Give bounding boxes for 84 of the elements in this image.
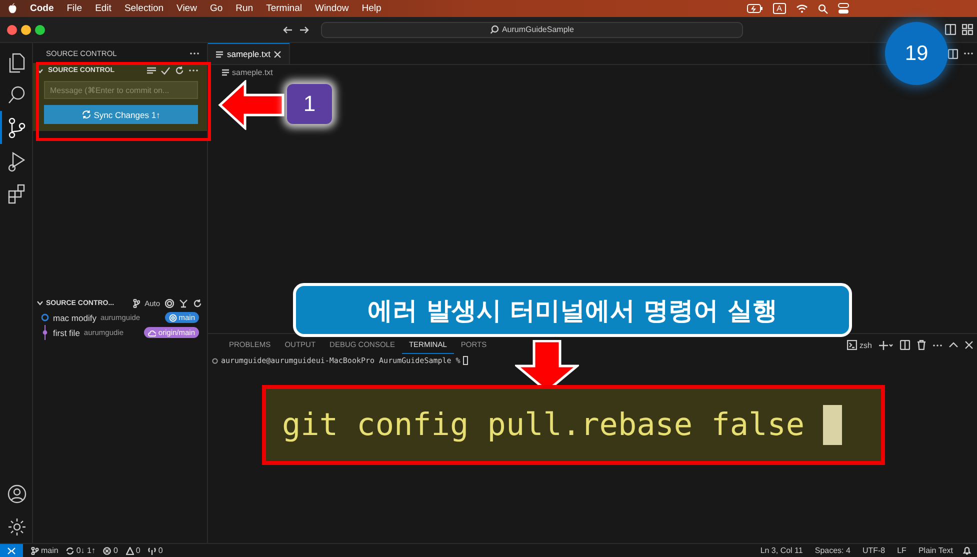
- wifi-icon[interactable]: [796, 4, 808, 13]
- more-actions-icon[interactable]: [964, 52, 973, 55]
- menu-item[interactable]: Help: [362, 3, 382, 14]
- app-menu[interactable]: Code: [30, 3, 54, 14]
- chevron-up-icon[interactable]: [949, 342, 958, 348]
- apple-logo-icon: [8, 3, 17, 14]
- terminal-cursor: [822, 405, 842, 445]
- branch-icon[interactable]: [132, 298, 140, 308]
- editor-tab[interactable]: sameple.txt: [208, 43, 290, 64]
- breadcrumb-item[interactable]: sameple.txt: [232, 68, 273, 77]
- menu-item[interactable]: File: [66, 3, 82, 14]
- close-icon[interactable]: [274, 50, 282, 58]
- command-center-search[interactable]: AurumGuideSample: [321, 22, 743, 38]
- menu-item[interactable]: View: [176, 3, 197, 14]
- error-icon: [103, 546, 112, 554]
- sync-changes-button[interactable]: Sync Changes 1↑: [44, 105, 198, 124]
- more-actions-icon[interactable]: [933, 344, 942, 346]
- terminal-shell-selector[interactable]: zsh: [846, 340, 872, 350]
- menu-item[interactable]: Edit: [95, 3, 112, 14]
- more-actions-icon[interactable]: [190, 52, 199, 54]
- search-icon[interactable]: [818, 4, 828, 14]
- split-editor-icon[interactable]: [948, 48, 958, 58]
- text-file-icon: [222, 69, 229, 76]
- battery-icon[interactable]: [746, 4, 763, 13]
- commit-message-field[interactable]: Message (⌘Enter to commit on...: [44, 81, 198, 99]
- toggle-switches-icon[interactable]: [838, 3, 849, 14]
- status-item[interactable]: UTF-8: [862, 546, 886, 555]
- status-item[interactable]: Plain Text: [918, 546, 953, 555]
- terminal-icon: [846, 340, 857, 350]
- warning-icon: [126, 546, 134, 554]
- left-arrow-drawing: [218, 80, 285, 130]
- chevron-down-icon[interactable]: [37, 68, 43, 74]
- source-control-icon[interactable]: [6, 116, 28, 138]
- zoom-window-button[interactable]: [35, 24, 45, 34]
- split-terminal-icon[interactable]: [900, 340, 910, 350]
- text-file-icon: [216, 50, 223, 58]
- close-icon[interactable]: [965, 341, 973, 349]
- antenna-icon: [148, 546, 156, 554]
- refresh-icon[interactable]: [175, 66, 184, 75]
- tab-label: sameple.txt: [227, 49, 270, 59]
- plus-icon[interactable]: [879, 340, 893, 350]
- list-icon[interactable]: [147, 66, 156, 74]
- fetch-icon[interactable]: [179, 298, 188, 308]
- trash-icon[interactable]: [917, 340, 926, 350]
- menu-item[interactable]: Window: [314, 3, 349, 14]
- remote-icon: [7, 546, 16, 554]
- split-layout-icon[interactable]: [945, 24, 956, 35]
- back-arrow-icon[interactable]: [283, 26, 293, 34]
- status-item[interactable]: Spaces: 4: [814, 546, 850, 555]
- target-icon[interactable]: [165, 298, 174, 308]
- forward-arrow-icon[interactable]: [299, 26, 309, 34]
- prompt-circle-icon: [212, 358, 218, 364]
- refresh-icon[interactable]: [193, 298, 202, 308]
- search-icon: [490, 25, 499, 34]
- step-number-badge: 1: [287, 84, 332, 124]
- input-source-indicator[interactable]: A: [772, 3, 786, 14]
- status-item[interactable]: LF: [897, 546, 906, 555]
- bell-icon[interactable]: [963, 546, 971, 555]
- errors-status[interactable]: 0: [103, 546, 118, 555]
- close-window-button[interactable]: [7, 24, 17, 34]
- more-actions-icon[interactable]: [189, 69, 198, 72]
- callout-banner: 에러 발생시 터미널에서 명령어 실행: [293, 283, 852, 337]
- terminal-cursor: [463, 356, 468, 365]
- chevron-down-icon[interactable]: [37, 300, 43, 306]
- menu-item[interactable]: Run: [236, 3, 254, 14]
- menu-item[interactable]: Terminal: [266, 3, 302, 14]
- commit-message[interactable]: first file: [53, 328, 80, 338]
- grid-layout-icon[interactable]: [962, 24, 973, 35]
- menu-item[interactable]: Selection: [124, 3, 164, 14]
- branch-status[interactable]: main: [31, 546, 58, 555]
- remote-button[interactable]: [0, 544, 23, 557]
- commit-message[interactable]: mac modify: [53, 312, 96, 322]
- minimize-window-button[interactable]: [21, 24, 31, 34]
- checkmark-icon[interactable]: [161, 66, 170, 74]
- ports-status[interactable]: 0: [148, 546, 163, 555]
- menu-item[interactable]: Go: [210, 3, 223, 14]
- branch-icon: [31, 546, 39, 554]
- terminal-command: git config pull.rebase false: [282, 407, 805, 443]
- sync-icon: [82, 110, 91, 119]
- sync-status[interactable]: 0↓ 1↑: [66, 546, 96, 555]
- account-icon[interactable]: [7, 484, 27, 504]
- warnings-status[interactable]: 0: [126, 546, 140, 555]
- status-item[interactable]: Ln 3, Col 11: [760, 546, 803, 555]
- sync-icon: [66, 546, 74, 554]
